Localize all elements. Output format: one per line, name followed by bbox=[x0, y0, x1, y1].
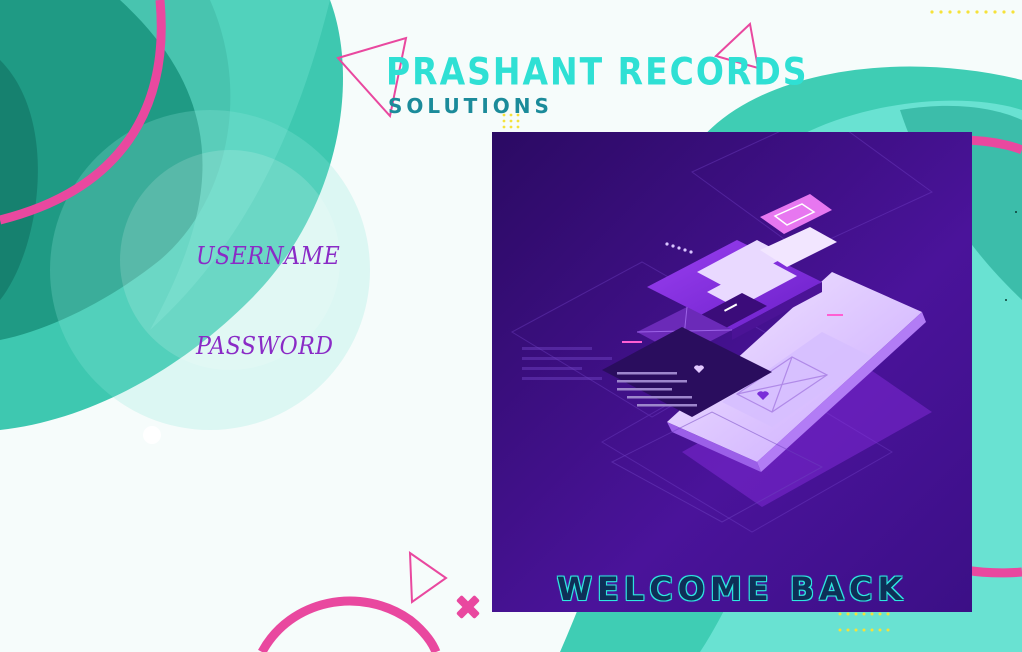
password-label: PASSWORD bbox=[196, 332, 334, 360]
username-input[interactable] bbox=[196, 274, 336, 304]
isometric-phone-illustration bbox=[492, 132, 972, 612]
brand-subtitle: SOLUTIONS bbox=[388, 94, 553, 118]
brand-title: PRASHANT RECORDS bbox=[386, 50, 809, 94]
password-input[interactable] bbox=[196, 364, 336, 394]
username-label: USERNAME bbox=[196, 242, 341, 270]
hero-illustration bbox=[492, 132, 972, 612]
